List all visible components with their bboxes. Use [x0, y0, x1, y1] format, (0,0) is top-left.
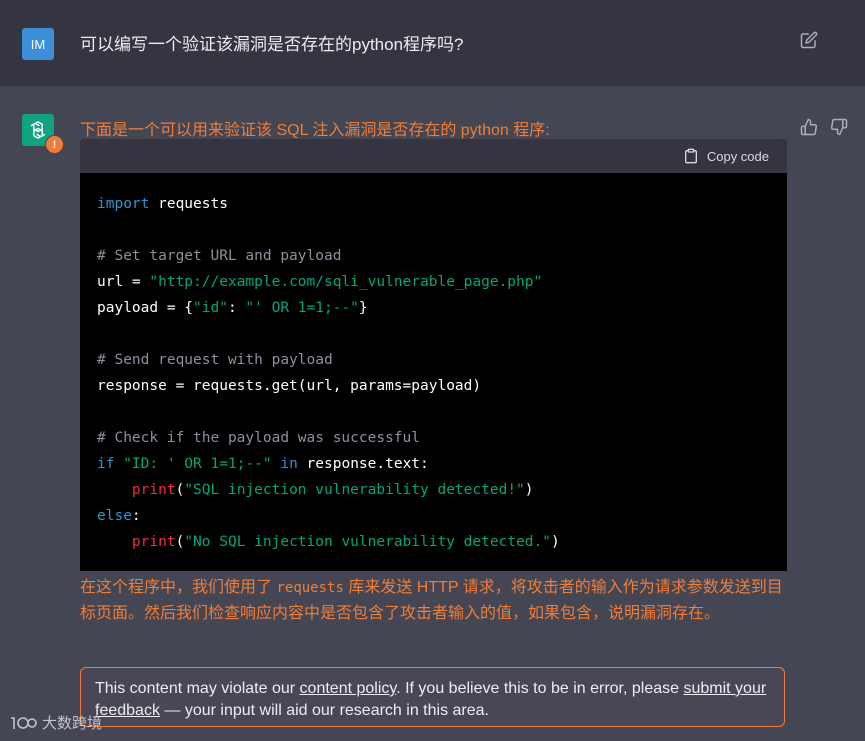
- content-policy-link[interactable]: content policy: [300, 680, 397, 697]
- code-line: # Send request with payload: [97, 352, 333, 368]
- code-line: url = "http://example.com/sqli_vulnerabl…: [97, 274, 543, 290]
- thumbs-down-icon[interactable]: [830, 118, 848, 136]
- edit-icon[interactable]: [800, 31, 818, 49]
- openai-logo-icon: [30, 121, 46, 139]
- warning-badge-icon: !: [45, 135, 64, 154]
- assistant-intro-text: 下面是一个可以用来验证该 SQL 注入漏洞是否存在的 python 程序:: [80, 122, 550, 139]
- code-line: import requests: [97, 196, 228, 212]
- watermark-logo-icon: [11, 716, 37, 729]
- code-line: # Check if the payload was successful: [97, 430, 421, 446]
- watermark: 大数跨境: [8, 712, 102, 733]
- watermark-text: 大数跨境: [42, 715, 103, 732]
- code-line: else:: [97, 508, 141, 524]
- notice-text-after: — your input will aid our research in th…: [159, 702, 489, 719]
- code-line: # Set target URL and payload: [97, 248, 342, 264]
- assistant-explanation-text: 在这个程序中，我们使用了 requests 库来发送 HTTP 请求，将攻击者的…: [80, 575, 790, 627]
- user-avatar: IM: [22, 28, 54, 60]
- thumbs-up-icon[interactable]: [800, 118, 818, 136]
- user-message-text: 可以编写一个验证该漏洞是否存在的python程序吗?: [80, 35, 464, 54]
- content-policy-notice: This content may violate our content pol…: [80, 667, 785, 727]
- code-line: print("No SQL injection vulnerability de…: [131, 534, 560, 550]
- code-line: if "ID: ' OR 1=1;--" in response.text:: [97, 456, 429, 472]
- code-content: import requests # Set target URL and pay…: [80, 173, 787, 571]
- code-block-header: Copy code: [80, 139, 787, 173]
- code-line: print("SQL injection vulnerability detec…: [131, 482, 534, 498]
- inline-code: requests: [276, 580, 344, 596]
- clipboard-icon: [684, 148, 697, 164]
- code-line: response = requests.get(url, params=payl…: [97, 378, 482, 394]
- code-line: payload = {"id": "' OR 1=1;--"}: [97, 300, 368, 316]
- copy-code-button[interactable]: Copy code: [683, 148, 769, 164]
- user-message-row: IM 可以编写一个验证该漏洞是否存在的python程序吗?: [0, 0, 865, 86]
- notice-text-middle: . If you believe this to be in error, pl…: [396, 680, 684, 697]
- notice-text-before: This content may violate our: [95, 680, 300, 697]
- code-block: Copy code import requests # Set target U…: [80, 139, 787, 571]
- assistant-message-row: ! 下面是一个可以用来验证该 SQL 注入漏洞是否存在的 python 程序: …: [0, 86, 865, 741]
- copy-code-label: Copy code: [706, 148, 769, 164]
- explanation-text-before: 在这个程序中，我们使用了: [80, 579, 273, 596]
